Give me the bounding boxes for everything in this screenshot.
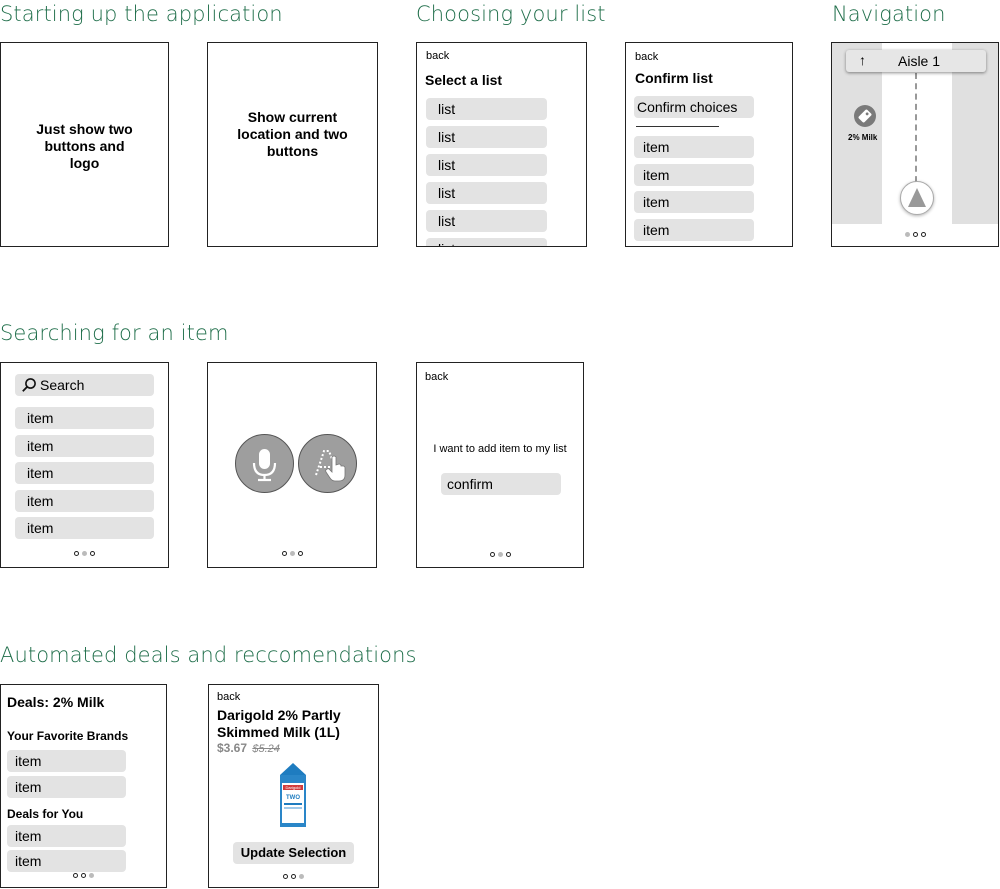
svg-text:Darigold: Darigold [286,785,301,790]
page-dot [283,874,288,879]
tag-label: 2% Milk [848,133,878,142]
page-indicator [832,232,998,240]
page-dot [297,551,303,556]
list-item[interactable]: item [7,850,126,872]
confirm-choices-button[interactable]: Confirm choices [634,96,754,118]
list-item[interactable]: item [634,219,754,241]
list-item[interactable]: list [426,154,547,176]
aisle-banner[interactable]: ↑ Aisle 1 [846,50,986,72]
product-screen: back Darigold 2% Partly Skimmed Milk (1L… [208,684,379,888]
svg-text:TWO: TWO [286,795,300,801]
deals-screen: Deals: 2% Milk Your Favorite Brands item… [0,684,167,888]
page-dot [291,874,296,879]
microphone-icon [252,449,277,482]
startup-screen-2: Show current location and two buttons [207,42,378,247]
add-item-message: I want to add item to my list [433,443,567,455]
list-item[interactable]: item [15,407,154,429]
back-link[interactable]: back [635,51,658,63]
section-heading-navigation: Navigation [832,2,946,26]
page-dot [489,552,495,557]
product-name: Darigold 2% Partly Skimmed Milk (1L) [217,707,341,740]
page-indicator [208,551,376,559]
list-item[interactable]: item [7,750,126,772]
list-item[interactable]: list [426,210,547,232]
search-screen: Search item item item item item [0,362,169,568]
list-item[interactable]: list [426,238,547,246]
update-selection-button[interactable]: Update Selection [233,842,354,864]
back-link[interactable]: back [425,371,448,383]
list-item[interactable]: item [15,490,154,512]
page-dot [505,552,511,557]
location-arrow-icon [900,181,934,215]
page-dot [281,551,287,556]
tap-gesture-icon [315,450,346,482]
add-item-screen: back I want to add item to my list confi… [416,362,584,568]
gesture-button[interactable] [298,434,357,493]
divider [636,126,719,127]
old-price: $5.24 [252,743,280,755]
deals-for-you-heading: Deals for You [7,807,84,821]
product-price: $3.67 $5.24 [217,741,280,755]
page-dot [920,232,926,237]
confirm-list-screen: back Confirm list Confirm choices item i… [625,42,793,247]
page-dot [904,232,910,237]
screen-title: Confirm list [635,70,713,86]
section-heading-startup: Starting up the application [0,2,283,26]
page-indicator [417,552,583,560]
page-dot [89,873,94,878]
list-item[interactable]: item [15,435,154,457]
favorite-brands-heading: Your Favorite Brands [7,729,129,743]
page-indicator [1,873,166,881]
page-dot [74,551,79,556]
back-link[interactable]: back [217,691,240,703]
search-icon [21,377,37,399]
tag-icon[interactable] [854,105,876,127]
select-list-screen: back Select a list list list list list l… [416,42,587,247]
startup-2-text: Show current location and two buttons [237,109,348,159]
aisle-label: Aisle 1 [898,53,941,69]
page-dot [289,551,295,556]
page-dot [912,232,918,237]
section-heading-deals: Automated deals and reccomendations [0,643,417,667]
back-link[interactable]: back [426,50,449,62]
page-indicator [1,551,168,559]
page-dot [73,873,78,878]
search-input[interactable]: Search [15,374,154,396]
list-item[interactable]: item [634,136,754,158]
microphone-button[interactable] [235,434,294,493]
list-item[interactable]: item [634,164,754,186]
page-dot [82,551,87,556]
startup-1-text: Just show two buttons and logo [36,121,133,171]
search-placeholder: Search [40,377,85,393]
list-item[interactable]: list [426,98,547,120]
page-dot [90,551,95,556]
page-dot [81,873,86,878]
voice-input-screen [207,362,377,568]
list-item[interactable]: item [15,462,154,484]
screen-title: Deals: 2% Milk [7,694,105,710]
list-item[interactable]: item [7,825,126,847]
startup-screen-1: Just show two buttons and logo [0,42,169,247]
list-item[interactable]: item [15,517,154,539]
list-item[interactable]: list [426,126,547,148]
page-indicator [209,874,378,882]
navigation-screen: ↑ Aisle 1 2% Milk [831,42,999,247]
list-item[interactable]: item [7,776,126,798]
milk-carton-image: Darigold TWO [277,763,309,829]
page-dot [299,874,304,879]
list-item[interactable]: item [634,191,754,213]
confirm-button[interactable]: confirm [441,473,561,495]
arrow-up-icon: ↑ [859,52,866,68]
section-heading-searching: Searching for an item [0,321,229,345]
current-price: $3.67 [217,741,248,755]
section-heading-choosing: Choosing your list [416,2,606,26]
list-item[interactable]: list [426,182,547,204]
page-dot [497,552,503,557]
screen-title: Select a list [425,72,503,88]
